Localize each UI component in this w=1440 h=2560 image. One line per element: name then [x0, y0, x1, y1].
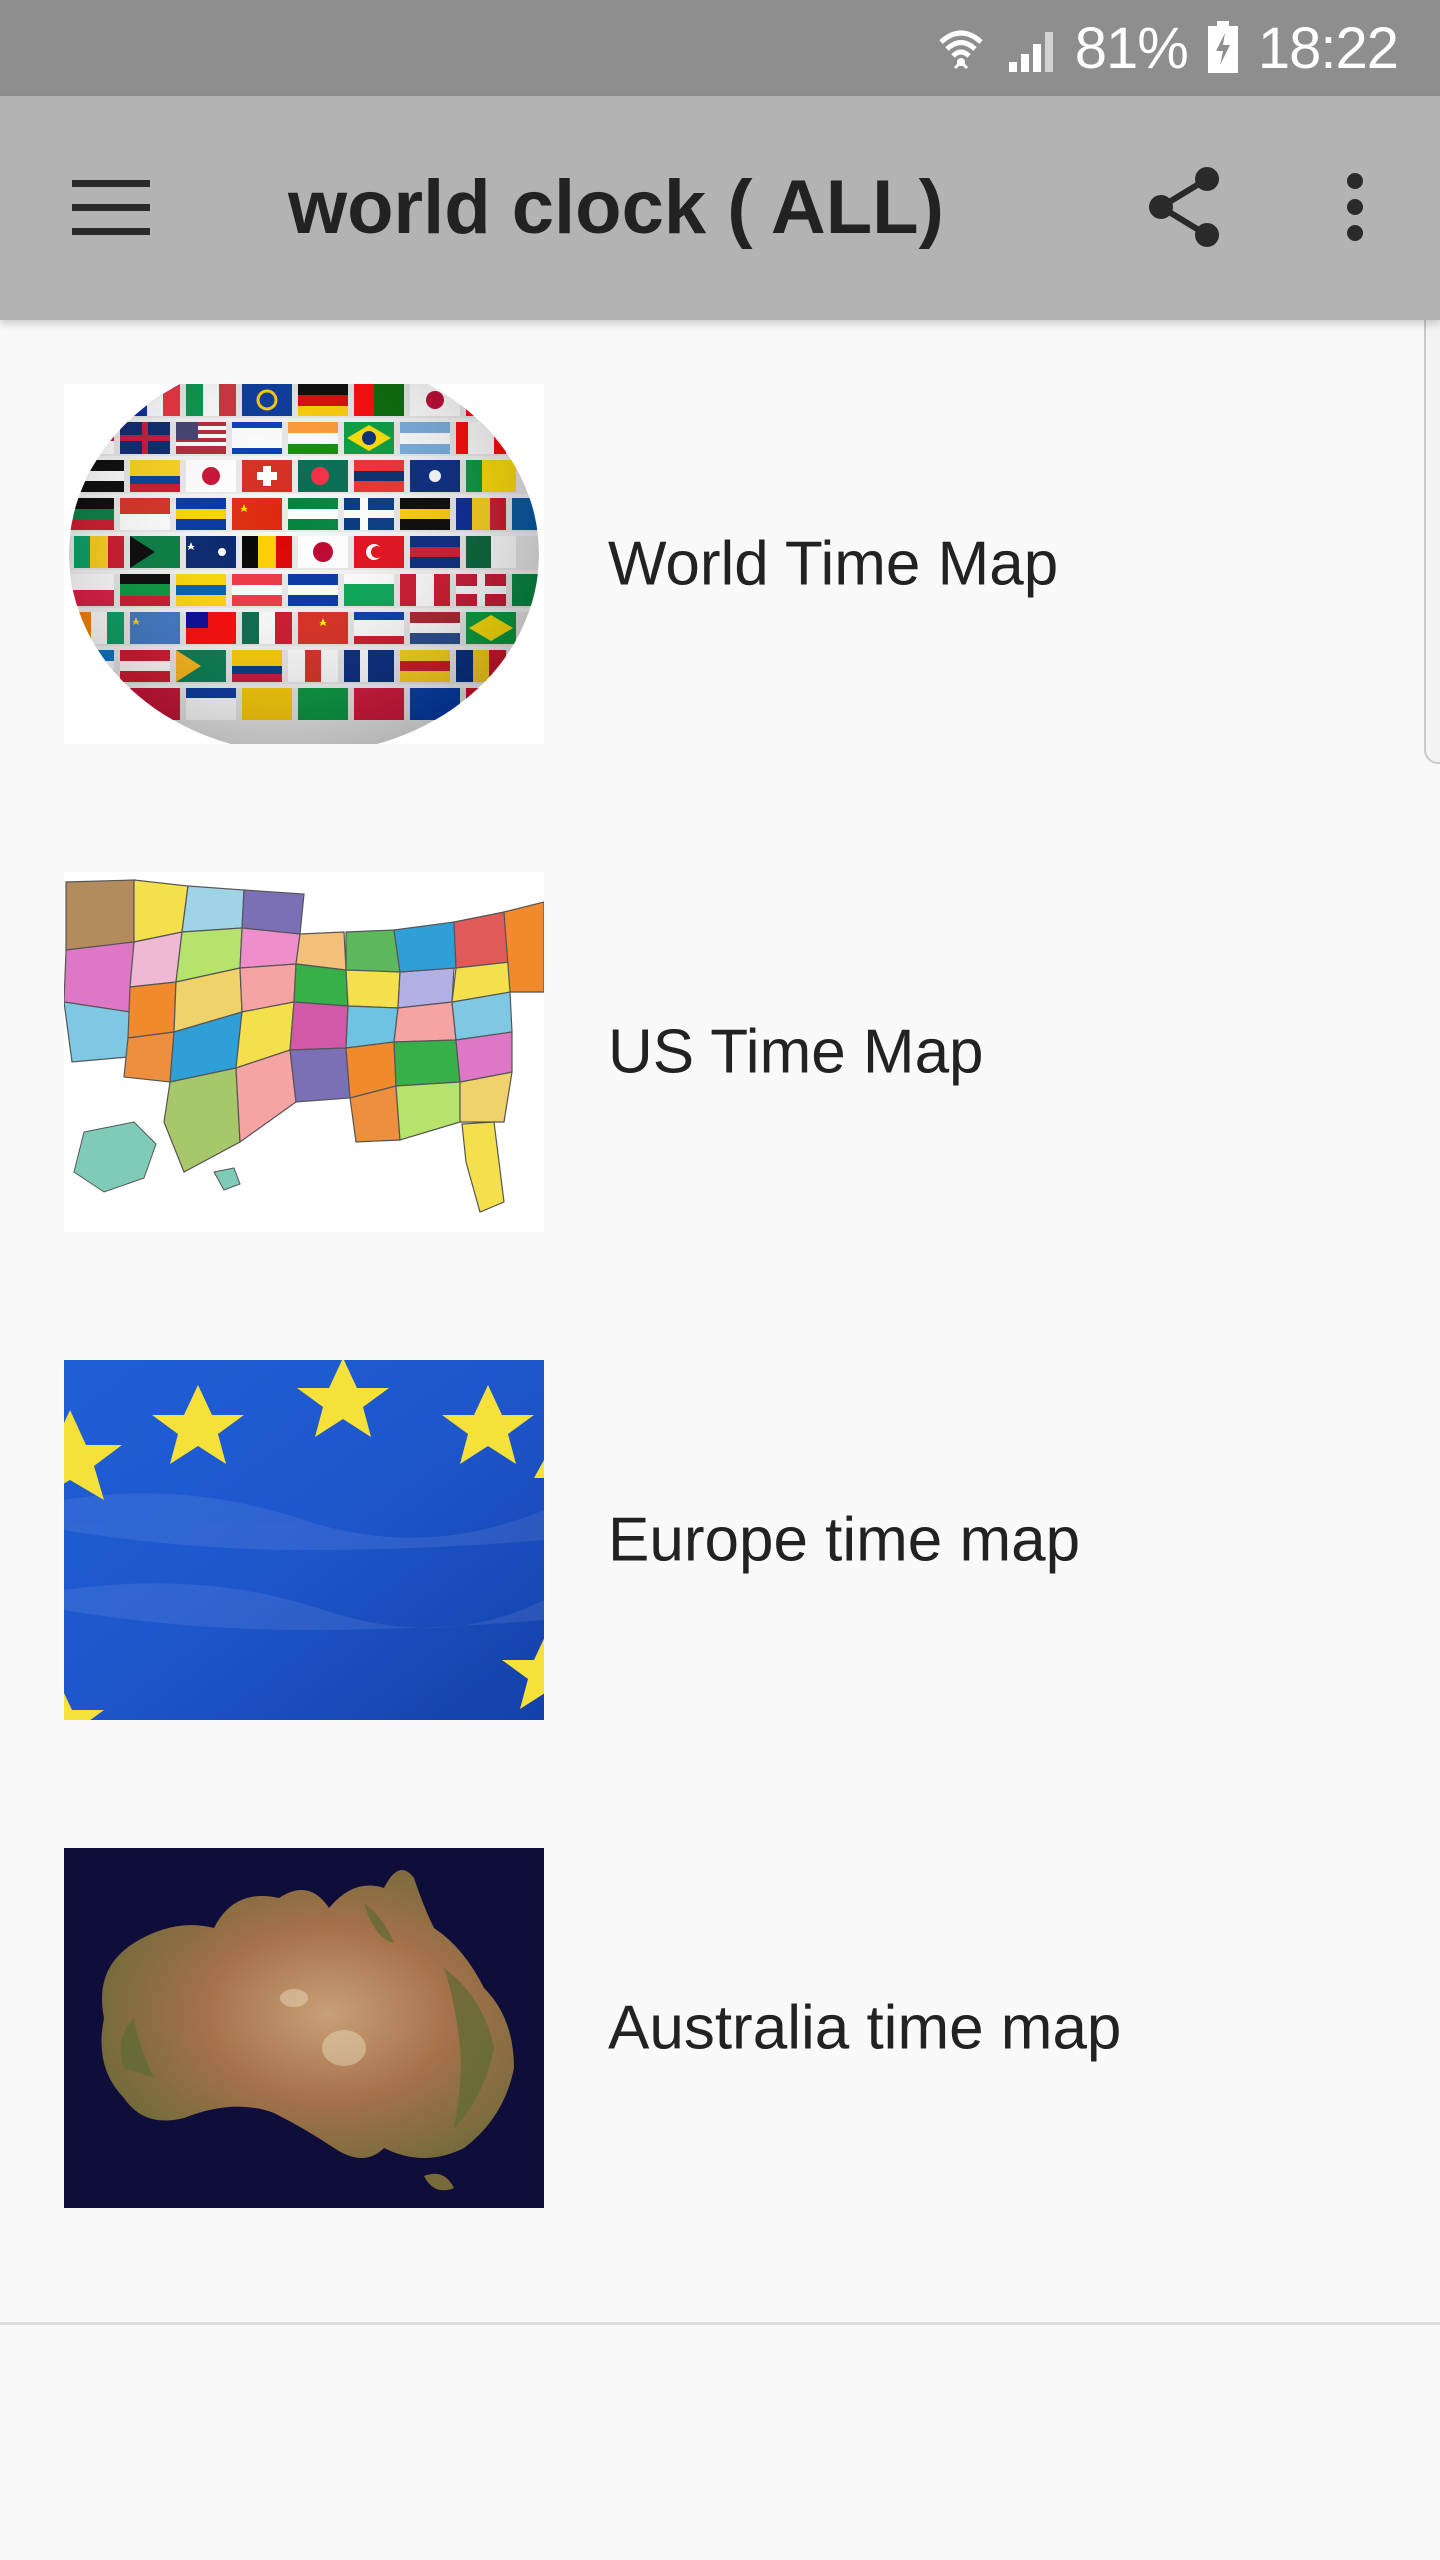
menu-button[interactable] [56, 158, 166, 258]
more-options-button[interactable] [1300, 152, 1410, 262]
battery-icon [1206, 21, 1240, 75]
australia-satellite-image [64, 1848, 544, 2208]
menu-icon [72, 180, 150, 235]
list-divider [0, 2322, 1440, 2325]
list-item-world[interactable]: World Time Map [0, 384, 1420, 872]
list-item-europe[interactable]: Europe time map [0, 1360, 1420, 1848]
list-item-label: US Time Map [608, 1017, 984, 1087]
list-item-label: World Time Map [608, 529, 1059, 599]
signal-icon [1005, 22, 1057, 74]
eu-flag-image [64, 1360, 544, 1720]
app-toolbar: world clock ( ALL) [0, 96, 1440, 320]
list-item-label: Australia time map [608, 1993, 1122, 2063]
clock: 18:22 [1257, 15, 1399, 81]
us-states-map-image [64, 872, 544, 1232]
share-icon [1149, 167, 1219, 247]
flag-globe-image [64, 384, 544, 744]
list-item-us[interactable]: US Time Map [0, 872, 1420, 1360]
wifi-icon [935, 22, 987, 74]
share-button[interactable] [1130, 152, 1240, 262]
more-vert-icon [1347, 173, 1363, 241]
page-title: world clock ( ALL) [288, 165, 944, 250]
battery-percent: 81% [1074, 15, 1189, 81]
list-item-label: Europe time map [608, 1505, 1081, 1575]
scroll-indicator[interactable] [1424, 290, 1440, 764]
list-item-australia[interactable]: Australia time map [0, 1848, 1420, 2336]
status-bar: 81% 18:22 [0, 0, 1440, 96]
